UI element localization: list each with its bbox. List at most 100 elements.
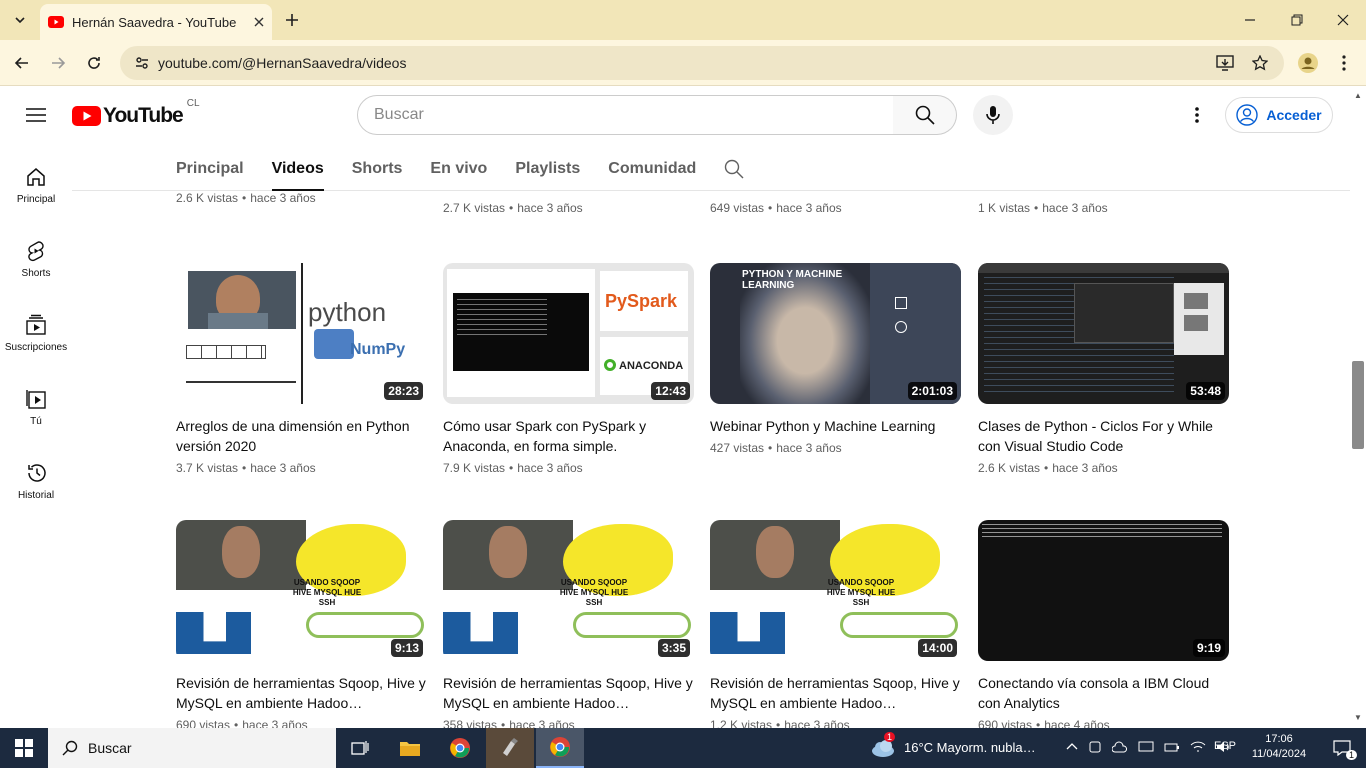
chrome-active-button[interactable]: [536, 728, 584, 768]
close-window-button[interactable]: [1329, 6, 1357, 34]
display-icon[interactable]: [1138, 740, 1154, 754]
browser-tab[interactable]: Hernán Saavedra - YouTube: [40, 4, 272, 40]
voice-search-button[interactable]: [973, 95, 1013, 135]
arrow-right-icon: [52, 57, 66, 69]
video-card[interactable]: PYTHON Y MACHINE LEARNING 2:01:03 Webina…: [710, 263, 961, 455]
video-thumbnail[interactable]: 53:48: [978, 263, 1229, 404]
video-title[interactable]: Revisión de herramientas Sqoop, Hive y M…: [176, 673, 427, 713]
sidebar-item-principal[interactable]: Principal: [0, 148, 72, 222]
video-meta: 1.2 K vistas • hace 3 años: [710, 718, 961, 728]
video-thumbnail[interactable]: PYTHON Y MACHINE LEARNING 2:01:03: [710, 263, 961, 404]
scroll-down-arrow-icon[interactable]: ▼: [1354, 713, 1362, 722]
back-button[interactable]: [8, 49, 36, 77]
clock[interactable]: 17:06 11/04/2024: [1246, 732, 1312, 762]
sidebar-item-suscripciones[interactable]: Suscripciones: [0, 296, 72, 370]
scroll-up-arrow-icon[interactable]: ▲: [1354, 91, 1362, 100]
chevron-up-icon[interactable]: [1066, 741, 1078, 753]
windows-taskbar: Buscar 1 16°C Mayorm. nubla… ESP 17:06 1…: [0, 728, 1366, 768]
tab-videos[interactable]: Videos: [271, 148, 338, 191]
video-title[interactable]: Revisión de herramientas Sqoop, Hive y M…: [443, 673, 694, 713]
file-explorer-button[interactable]: [386, 728, 434, 768]
video-card[interactable]: 53:48 Clases de Python - Ciclos For y Wh…: [978, 263, 1229, 475]
address-bar[interactable]: youtube.com/@HernanSaavedra/videos: [120, 46, 1284, 80]
history-icon: [28, 463, 46, 482]
restore-icon: [1291, 14, 1303, 26]
youtube-favicon-icon: [48, 16, 64, 28]
profile-button[interactable]: [1294, 49, 1322, 77]
forward-button[interactable]: [44, 49, 72, 77]
anaconda-logo-text: ANACONDA: [619, 360, 684, 372]
video-card[interactable]: 9:19 Conectando vía consola a IBM Cloud …: [978, 520, 1229, 728]
tab-comunidad[interactable]: Comunidad: [608, 148, 710, 191]
video-thumbnail[interactable]: USANDO SQOOP HIVE MYSQL HUE SSH 9:13: [176, 520, 427, 661]
settings-menu-button[interactable]: [1177, 95, 1217, 135]
sidebar-item-tu[interactable]: Tú: [0, 370, 72, 444]
video-thumbnail[interactable]: USANDO SQOOP HIVE MYSQL HUE SSH 3:35: [443, 520, 694, 661]
sidebar-item-historial[interactable]: Historial: [0, 444, 72, 518]
usb-app-button[interactable]: [486, 728, 534, 768]
notification-count: 1: [1346, 750, 1358, 760]
video-card[interactable]: USANDO SQOOP HIVE MYSQL HUE SSH 3:35 Revis…: [443, 520, 694, 728]
video-thumbnail[interactable]: PySpark ANACONDA 12:43: [443, 263, 694, 404]
sign-in-button[interactable]: Acceder: [1225, 97, 1333, 133]
webinar-title-text: PYTHON Y MACHINE LEARNING: [742, 269, 843, 291]
notification-center-button[interactable]: 1: [1318, 728, 1366, 768]
scrollbar-thumb[interactable]: [1352, 361, 1364, 449]
input-language[interactable]: ESP: [1214, 740, 1236, 752]
video-thumbnail[interactable]: USANDO SQOOP HIVE MYSQL HUE SSH 14:00: [710, 520, 961, 661]
tab-principal[interactable]: Principal: [176, 148, 258, 191]
onedrive-icon[interactable]: [1112, 740, 1128, 754]
site-info-icon[interactable]: [134, 55, 150, 71]
video-title[interactable]: Conectando vía consola a IBM Cloud con A…: [978, 673, 1229, 713]
taskbar-search[interactable]: Buscar: [48, 728, 336, 768]
video-title[interactable]: Webinar Python y Machine Learning: [710, 416, 961, 436]
browser-menu-button[interactable]: [1330, 49, 1358, 77]
system-tray: [1066, 740, 1232, 754]
video-card[interactable]: USANDO SQOOP HIVE MYSQL HUE SSH 9:13 Revis…: [176, 520, 427, 728]
upload-age: hace 3 años: [776, 441, 842, 455]
meet-now-icon[interactable]: [1088, 740, 1102, 754]
tab-search-button[interactable]: [6, 6, 34, 34]
youtube-logo[interactable]: YouTube CL: [72, 98, 200, 128]
upload-age: hace 3 años: [509, 718, 575, 728]
weather-widget[interactable]: 1 16°C Mayorm. nubla…: [870, 732, 1036, 758]
minimize-button[interactable]: [1236, 6, 1264, 34]
tab-playlists[interactable]: Playlists: [515, 148, 594, 191]
reload-button[interactable]: [80, 49, 108, 77]
task-view-button[interactable]: [336, 728, 384, 768]
upload-age: hace 3 años: [1042, 201, 1108, 215]
page-scrollbar[interactable]: ▲ ▼: [1350, 87, 1366, 728]
search-input[interactable]: Buscar: [357, 95, 894, 135]
video-thumbnail[interactable]: 9:19: [978, 520, 1229, 661]
tab-shorts[interactable]: Shorts: [352, 148, 417, 191]
video-card[interactable]: USANDO SQOOP HIVE MYSQL HUE SSH 14:00 Revi…: [710, 520, 961, 728]
video-duration: 3:35: [657, 639, 690, 657]
guide-menu-button[interactable]: [16, 95, 56, 135]
start-button[interactable]: [0, 728, 48, 768]
video-title[interactable]: Clases de Python - Ciclos For y While co…: [978, 416, 1229, 456]
video-title[interactable]: Arreglos de una dimensión en Python vers…: [176, 416, 427, 456]
new-tab-button[interactable]: [278, 6, 306, 34]
clock-time: 17:06: [1265, 733, 1293, 745]
install-app-icon[interactable]: [1216, 55, 1234, 71]
view-count: 2.7 K vistas: [443, 201, 506, 215]
chrome-button[interactable]: [436, 728, 484, 768]
close-icon[interactable]: [254, 17, 264, 27]
numpy-logo-text: NumPy: [350, 341, 406, 358]
bookmark-star-icon[interactable]: [1252, 55, 1268, 71]
wifi-icon[interactable]: [1190, 740, 1206, 754]
video-title[interactable]: Revisión de herramientas Sqoop, Hive y M…: [710, 673, 961, 713]
video-thumbnail[interactable]: python NumPy 28:23: [176, 263, 427, 404]
channel-search-icon[interactable]: [724, 159, 744, 179]
video-card[interactable]: python NumPy 28:23 Arreglos de una dimen…: [176, 263, 427, 475]
sidebar-item-shorts[interactable]: Shorts: [0, 222, 72, 296]
restore-button[interactable]: [1283, 6, 1311, 34]
upload-age: hace 3 años: [250, 461, 316, 475]
tab-en-vivo[interactable]: En vivo: [430, 148, 501, 191]
video-meta: 2.6 K vistas • hace 3 años: [176, 191, 316, 205]
video-card[interactable]: PySpark ANACONDA 12:43 Cómo usar Spark c…: [443, 263, 694, 475]
video-title[interactable]: Cómo usar Spark con PySpark y Anaconda, …: [443, 416, 694, 456]
battery-icon[interactable]: [1164, 740, 1180, 754]
profile-avatar-icon: [1298, 53, 1318, 73]
search-button[interactable]: [893, 95, 957, 135]
